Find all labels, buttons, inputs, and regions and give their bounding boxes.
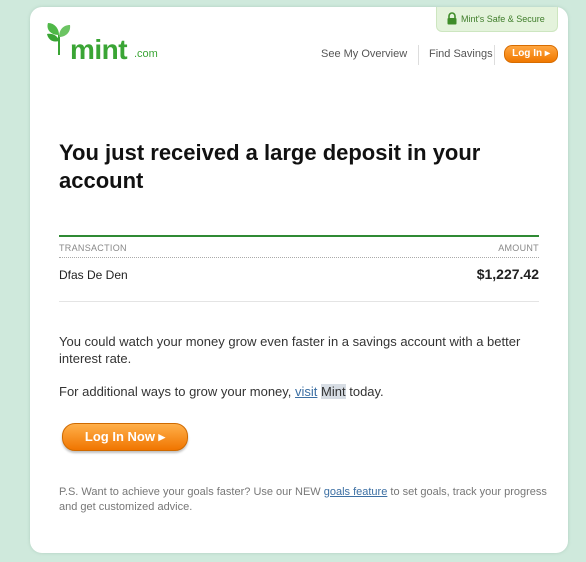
mint-logo[interactable]: mint .com: [44, 21, 158, 65]
safe-secure-label: Mint's Safe & Secure: [461, 14, 545, 24]
message-text: today.: [345, 384, 384, 399]
nav-find-savings[interactable]: Find Savings: [429, 48, 493, 64]
page-title: You just received a large deposit in you…: [59, 140, 481, 193]
additional-ways-message: For additional ways to grow your money, …: [59, 384, 549, 399]
message-text: For additional ways to grow your money,: [59, 384, 296, 399]
logo-wordmark: mint: [70, 34, 128, 65]
safe-secure-badge[interactable]: Mint's Safe & Secure: [436, 7, 558, 32]
savings-message: You could watch your money grow even fas…: [59, 334, 521, 366]
column-header-amount: AMOUNT: [498, 243, 539, 253]
column-header-transaction: TRANSACTION: [59, 243, 127, 253]
ps-message: P.S. Want to achieve your goals faster? …: [59, 485, 549, 515]
visit-link[interactable]: visit: [295, 384, 317, 399]
header-divider: [59, 257, 539, 258]
login-now-button[interactable]: Log In Now ▸: [62, 423, 188, 451]
logo-domain-suffix: .com: [134, 48, 158, 60]
transaction-name: Dfas De Den: [59, 268, 128, 282]
table-top-rule: [59, 235, 539, 237]
ps-text: P.S. Want to achieve your goals faster? …: [59, 486, 324, 498]
mint-highlight: Mint: [321, 384, 346, 399]
email-card: mint .com Mint's Safe & Secure See My Ov…: [30, 7, 568, 553]
header-login-button[interactable]: Log In ▸: [504, 45, 558, 63]
goals-feature-link[interactable]: goals feature: [324, 486, 388, 498]
nav-divider: [418, 45, 419, 65]
nav-divider: [494, 45, 495, 65]
nav-see-my-overview[interactable]: See My Overview: [321, 48, 407, 64]
transaction-amount: $1,227.42: [476, 266, 539, 282]
lock-icon: [447, 12, 457, 25]
row-divider: [59, 301, 539, 302]
